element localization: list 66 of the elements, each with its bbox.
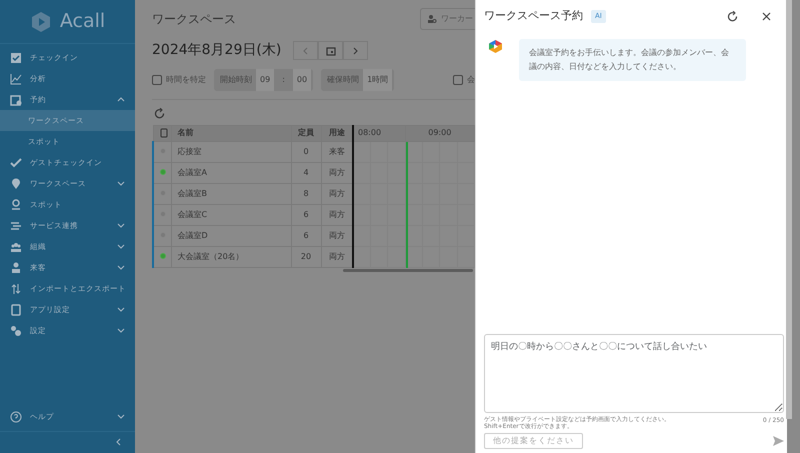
minute-field[interactable]: 00 [292,69,312,91]
table-cell: 会議室A [171,162,291,183]
field-label: 確保時間 [327,74,360,86]
close-button[interactable] [762,12,771,21]
hour-field[interactable]: 09 [256,69,274,91]
person-search-icon [427,14,437,24]
calendar-button[interactable] [318,41,344,60]
chevron-down-icon [117,265,125,270]
chevron-down-icon [117,307,125,312]
table-cell: 会議室C [171,204,291,225]
horizontal-scrollbar[interactable] [343,268,473,272]
table-cell: 大会議室（20名） [171,246,291,267]
chevron-left-icon [303,46,308,54]
time-header: 09:00 [405,125,474,141]
table-cell: 4 [291,162,321,183]
tablet-icon [10,304,22,316]
question-circle-icon [10,410,22,422]
duration-field[interactable]: 1時間 [363,69,392,91]
message-input[interactable]: 明日の〇時から〇〇さんと〇〇について話し合いたい [484,334,784,413]
play-logo-icon [30,10,52,32]
calendar-icon [326,46,336,56]
column-header: 用途 [321,125,353,141]
refresh-icon [154,108,165,120]
assistant-message: 会議室予約をお手伝いします。会議の参加メンバー、会議の内容、日付などを入力してください。 [519,38,746,80]
chevron-right-icon [353,46,358,54]
up-down-arrows-icon [10,282,22,294]
date-heading: 2024年8月29日(木) [152,41,282,60]
table-cell: 会議室B [171,183,291,204]
time-separator: : [281,74,286,86]
checkbox-icon [10,52,22,64]
table-cell: 8 [291,183,321,204]
tablet-icon [160,128,168,138]
chevron-up-icon [117,97,125,102]
panel-title: ワークスペース予約 [484,8,583,24]
table-cell: 6 [291,225,321,246]
scrollbar[interactable] [786,0,792,419]
time-header: 08:00 [353,125,406,141]
column-header: 名前 [171,125,291,141]
checkbox[interactable]: 時間を特定 [152,74,206,86]
send-button[interactable] [773,436,784,446]
table-cell: 応接室 [171,141,291,162]
logo-text: Acall [60,9,106,34]
chevron-down-icon [117,223,125,228]
table-cell: 0 [291,141,321,162]
table-cell: 会議室D [171,225,291,246]
chevron-down-icon [117,181,125,186]
refresh-icon [727,10,738,22]
line-chart-icon [10,72,22,84]
calendar-icon [10,94,22,106]
people-icon [10,240,22,252]
checkbox[interactable]: 会 [453,74,475,86]
page-title: ワークスペース [152,11,236,28]
person-icon [10,262,22,274]
checkmark-icon [10,156,22,168]
chevron-left-icon [116,438,121,446]
colorful-logo-icon [488,38,503,54]
table-cell: 6 [291,204,321,225]
send-icon [773,436,784,446]
chevron-down-icon [117,328,125,333]
column-header: 定員 [291,125,321,141]
chevron-down-icon [117,414,125,419]
close-icon [762,12,771,21]
field-label: 開始時刻 [220,74,252,86]
reset-button[interactable] [727,10,738,22]
chevron-down-icon [117,244,125,249]
table-cell: 20 [291,246,321,267]
